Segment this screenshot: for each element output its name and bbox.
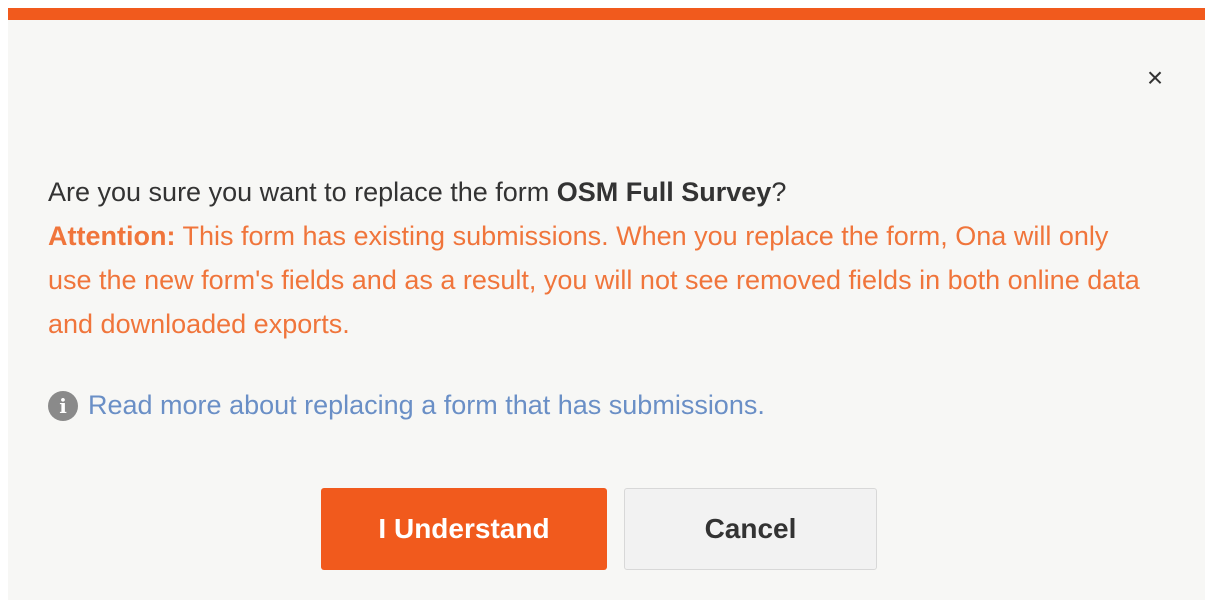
modal-accent-bar <box>8 8 1205 20</box>
i-understand-button[interactable]: I Understand <box>321 488 607 570</box>
question-suffix: ? <box>771 177 787 207</box>
confirm-question: Are you sure you want to replace the for… <box>48 170 1158 214</box>
close-icon[interactable]: × <box>1141 64 1169 92</box>
replace-form-modal: × Are you sure you want to replace the f… <box>8 8 1205 600</box>
cancel-button[interactable]: Cancel <box>624 488 877 570</box>
info-icon: i <box>48 390 78 421</box>
attention-label: Attention: <box>48 221 176 251</box>
attention-text: This form has existing submissions. When… <box>48 221 1140 339</box>
modal-body: Are you sure you want to replace the for… <box>48 170 1158 346</box>
question-prefix: Are you sure you want to replace the for… <box>48 177 557 207</box>
read-more-link[interactable]: Read more about replacing a form that ha… <box>88 390 765 421</box>
form-name: OSM Full Survey <box>556 177 772 207</box>
attention-message: Attention: This form has existing submis… <box>48 214 1158 346</box>
info-line: i Read more about replacing a form that … <box>48 390 765 421</box>
